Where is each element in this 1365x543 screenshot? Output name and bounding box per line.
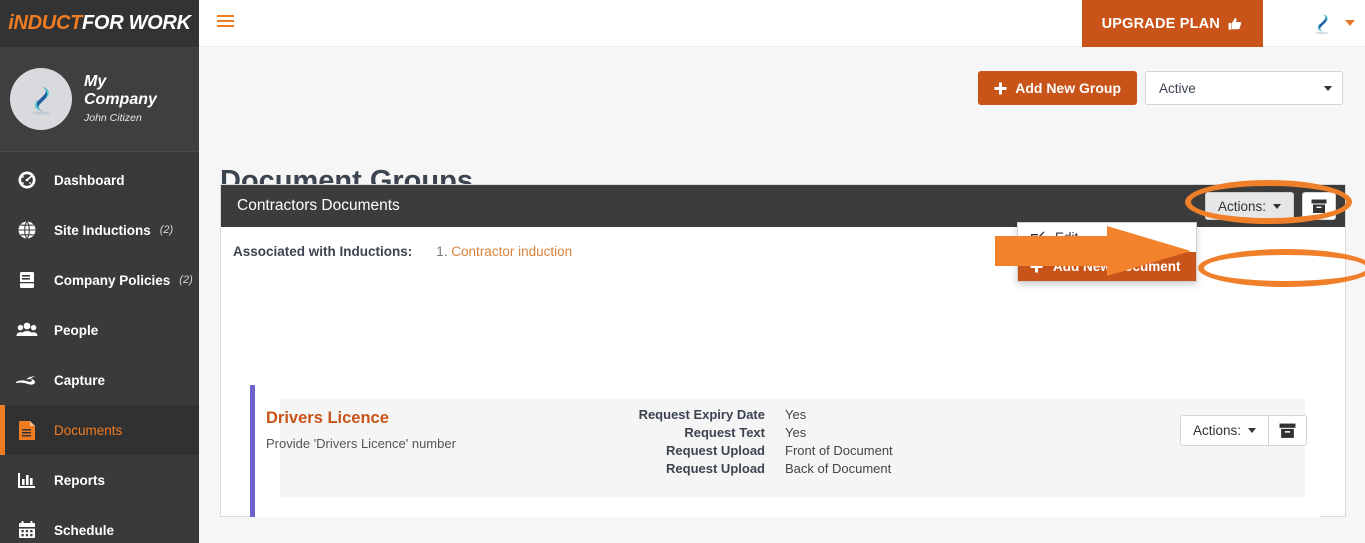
document-spec-value: Yes bbox=[785, 425, 807, 440]
profile-company-name: My Company bbox=[84, 73, 157, 109]
associated-induction-number: 1. bbox=[436, 243, 448, 259]
hamburger-bar bbox=[217, 25, 234, 27]
plus-icon bbox=[1030, 260, 1043, 273]
document-icon bbox=[12, 420, 42, 441]
sidebar-item-people[interactable]: People bbox=[0, 305, 199, 355]
sidebar-item-label: People bbox=[54, 322, 99, 338]
group-actions-dropdown: Edit Add New Document bbox=[1017, 222, 1197, 282]
status-filter-select[interactable]: Active bbox=[1145, 71, 1343, 105]
bar-chart-icon bbox=[12, 471, 42, 490]
chevron-down-icon bbox=[1345, 20, 1355, 26]
group-actions-label: Actions: bbox=[1217, 198, 1266, 214]
add-new-group-label: Add New Group bbox=[1015, 80, 1121, 96]
sidebar-item-site-inductions[interactable]: Site Inductions (2) bbox=[0, 205, 199, 255]
brand-text-primary: iNDUCT bbox=[8, 12, 83, 34]
sidebar-item-documents[interactable]: Documents bbox=[0, 405, 199, 455]
document-actions-group: Actions: bbox=[1179, 415, 1307, 446]
document-description: Provide 'Drivers Licence' number bbox=[266, 436, 456, 451]
hamburger-bar bbox=[217, 15, 234, 17]
document-group-header: Contractors Documents Actions: bbox=[221, 185, 1345, 227]
sidebar-item-count: (2) bbox=[179, 274, 193, 286]
book-icon bbox=[12, 270, 42, 290]
document-specs: Request Expiry Date Yes Request Text Yes… bbox=[635, 407, 893, 476]
status-filter-value: Active bbox=[1159, 80, 1196, 96]
associated-inductions-label: Associated with Inductions: bbox=[233, 243, 413, 259]
thumbs-up-icon bbox=[1228, 17, 1242, 30]
plus-icon bbox=[994, 82, 1007, 94]
document-row: Drivers Licence Provide 'Drivers Licence… bbox=[250, 385, 1320, 517]
content-toolbar: Add New Group Active bbox=[978, 71, 1343, 105]
chevron-down-icon bbox=[1324, 85, 1332, 91]
sidebar-item-capture[interactable]: Capture bbox=[0, 355, 199, 405]
app-root: iNDUCTFOR WORK My Company John Citizen D… bbox=[0, 0, 1365, 543]
caret-down-icon bbox=[1248, 428, 1256, 433]
avatar bbox=[10, 68, 72, 130]
document-spec-key: Request Text bbox=[684, 425, 765, 440]
sidebar-item-label: Reports bbox=[54, 472, 106, 488]
upgrade-plan-button[interactable]: UPGRADE PLAN bbox=[1081, 0, 1263, 47]
archive-box-icon bbox=[1311, 199, 1327, 213]
add-new-group-button[interactable]: Add New Group bbox=[978, 71, 1137, 105]
sidebar-item-label: Site Inductions bbox=[54, 222, 151, 238]
company-logo-icon bbox=[1315, 14, 1329, 35]
sidebar-item-company-policies[interactable]: Company Policies (2) bbox=[0, 255, 199, 305]
document-spec-key: Request Upload bbox=[666, 461, 765, 476]
sidebar: iNDUCTFOR WORK My Company John Citizen D… bbox=[0, 0, 199, 543]
group-actions-button[interactable]: Actions: bbox=[1204, 192, 1294, 220]
sidebar-item-label: Company Policies bbox=[54, 272, 171, 288]
document-spec-value: Yes bbox=[785, 407, 807, 422]
associated-induction-name: Contractor induction bbox=[451, 243, 573, 259]
sidebar-item-schedule[interactable]: Schedule bbox=[0, 505, 199, 543]
dropdown-item-edit[interactable]: Edit bbox=[1018, 223, 1196, 252]
hand-icon bbox=[12, 371, 42, 389]
hamburger-icon[interactable] bbox=[217, 15, 234, 30]
document-actions-label: Actions: bbox=[1192, 423, 1241, 438]
user-menu[interactable] bbox=[1309, 9, 1355, 37]
document-spec-key: Request Upload bbox=[666, 443, 765, 458]
document-spec-value: Back of Document bbox=[785, 461, 892, 476]
document-group-header-actions: Actions: bbox=[1204, 185, 1345, 227]
dropdown-item-label: Edit bbox=[1055, 230, 1079, 245]
people-icon bbox=[12, 320, 42, 340]
sidebar-item-reports[interactable]: Reports bbox=[0, 455, 199, 505]
dashboard-icon bbox=[12, 170, 42, 190]
hamburger-bar bbox=[217, 20, 234, 22]
top-bar: UPGRADE PLAN bbox=[199, 0, 1365, 47]
group-archive-button[interactable] bbox=[1302, 192, 1336, 220]
dropdown-item-label: Add New Document bbox=[1053, 259, 1181, 274]
sidebar-item-label: Capture bbox=[54, 372, 106, 388]
upgrade-plan-label: UPGRADE PLAN bbox=[1101, 15, 1220, 32]
main-content: Add New Group Active Document Groups Con… bbox=[199, 47, 1365, 543]
dropdown-item-add-new-document[interactable]: Add New Document bbox=[1018, 252, 1196, 281]
edit-pencil-icon bbox=[1031, 231, 1045, 244]
sidebar-item-dashboard[interactable]: Dashboard bbox=[0, 155, 199, 205]
globe-icon bbox=[12, 220, 42, 240]
caret-down-icon bbox=[1273, 203, 1281, 209]
profile-user-name: John Citizen bbox=[84, 112, 142, 125]
sidebar-nav: Dashboard Site Inductions (2) Company Po… bbox=[0, 152, 199, 543]
sidebar-item-label: Dashboard bbox=[54, 172, 125, 188]
associated-induction-link[interactable]: 1. Contractor induction bbox=[436, 244, 572, 259]
brand-text: iNDUCTFOR WORK bbox=[8, 12, 191, 35]
document-archive-button[interactable] bbox=[1268, 415, 1307, 446]
company-logo-icon bbox=[32, 87, 50, 115]
document-actions-button[interactable]: Actions: bbox=[1179, 415, 1268, 446]
document-spec-key: Request Expiry Date bbox=[638, 407, 765, 422]
sidebar-item-count: (2) bbox=[159, 224, 174, 236]
brand-text-secondary: FOR WORK bbox=[82, 12, 191, 34]
document-name: Drivers Licence bbox=[266, 409, 389, 427]
sidebar-item-label: Documents bbox=[54, 422, 123, 438]
document-spec-value: Front of Document bbox=[785, 443, 893, 458]
archive-box-icon bbox=[1279, 423, 1296, 438]
profile-block[interactable]: My Company John Citizen bbox=[0, 47, 199, 152]
calendar-icon bbox=[12, 520, 42, 540]
profile-info: My Company John Citizen bbox=[84, 73, 176, 125]
sidebar-item-label: Schedule bbox=[54, 522, 115, 538]
brand-logo[interactable]: iNDUCTFOR WORK bbox=[0, 0, 199, 47]
document-group-title: Contractors Documents bbox=[237, 197, 400, 214]
